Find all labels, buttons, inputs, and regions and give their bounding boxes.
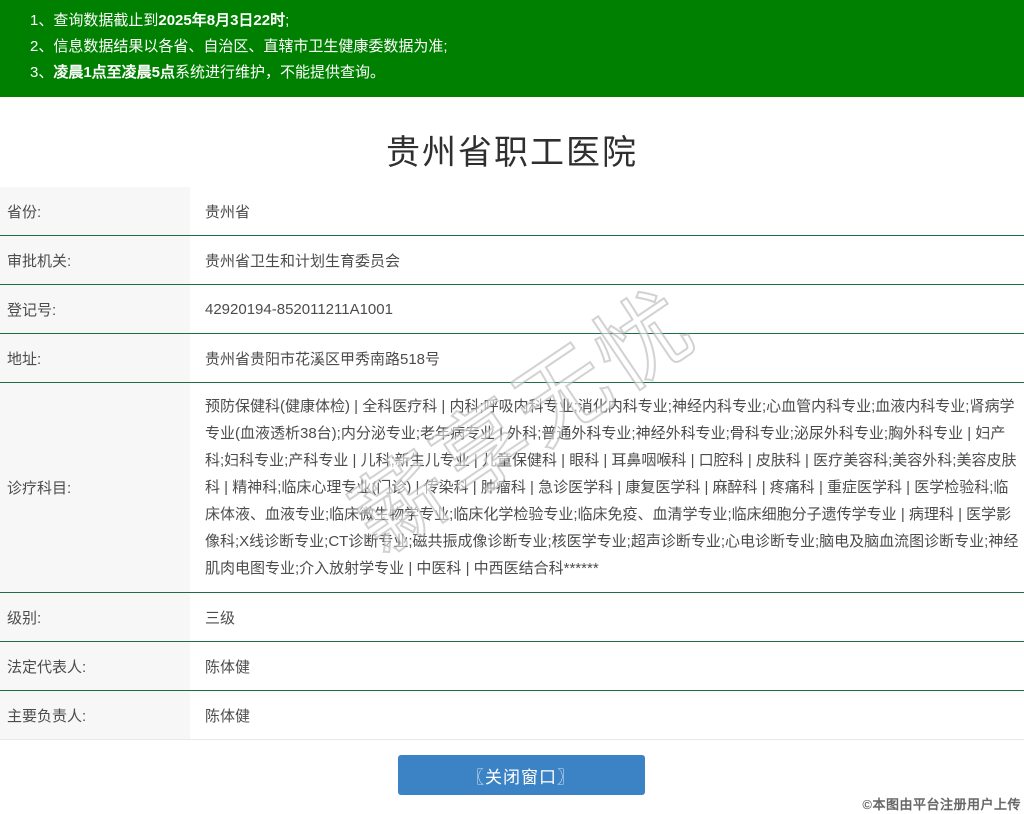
notice-item-1: 1、查询数据截止到2025年8月3日22时;: [30, 8, 1014, 34]
table-row-registration-number: 登记号: 42920194-852011211A1001: [0, 285, 1024, 334]
notice-number: 1、: [30, 12, 53, 29]
notice-text: ;: [285, 12, 289, 29]
info-table: 省份: 贵州省 审批机关: 贵州省卫生和计划生育委员会 登记号: 4292019…: [0, 187, 1024, 740]
notice-number: 2、: [30, 38, 53, 55]
notice-text: 查询数据截止到: [53, 12, 158, 29]
row-label: 诊疗科目:: [0, 383, 190, 592]
row-label: 省份:: [0, 187, 190, 235]
row-label: 登记号:: [0, 285, 190, 333]
page-title: 贵州省职工医院: [0, 133, 1024, 174]
row-value: 陈体健: [190, 691, 1024, 739]
row-value: 陈体健: [190, 642, 1024, 690]
row-label: 级别:: [0, 593, 190, 641]
table-row-approval-authority: 审批机关: 贵州省卫生和计划生育委员会: [0, 236, 1024, 285]
notice-bold-text: 2025年8月3日22时: [158, 12, 285, 29]
row-value: 贵州省: [190, 187, 1024, 235]
image-credit-watermark: ©本图由平台注册用户上传: [862, 794, 1021, 813]
row-value: 42920194-852011211A1001: [190, 285, 1024, 333]
table-row-level: 级别: 三级: [0, 593, 1024, 642]
row-label: 地址:: [0, 334, 190, 382]
row-value: 三级: [190, 593, 1024, 641]
table-row-address: 地址: 贵州省贵阳市花溪区甲秀南路518号: [0, 334, 1024, 383]
notice-text: 信息数据结果以各省、自治区、直辖市卫生健康委数据为准;: [53, 38, 447, 55]
notice-item-2: 2、信息数据结果以各省、自治区、直辖市卫生健康委数据为准;: [30, 34, 1014, 60]
row-label: 审批机关:: [0, 236, 190, 284]
row-label: 主要负责人:: [0, 691, 190, 739]
table-row-principal: 主要负责人: 陈体健: [0, 691, 1024, 740]
table-row-legal-representative: 法定代表人: 陈体健: [0, 642, 1024, 691]
table-row-province: 省份: 贵州省: [0, 187, 1024, 236]
notice-banner: 1、查询数据截止到2025年8月3日22时; 2、信息数据结果以各省、自治区、直…: [0, 0, 1024, 97]
notice-bold-text: 凌晨1点至凌晨5点: [53, 64, 175, 81]
notice-item-3: 3、凌晨1点至凌晨5点系统进行维护，不能提供查询。: [30, 60, 1014, 86]
button-bar: 〖关闭窗口〗: [9, 755, 1024, 795]
close-window-button[interactable]: 〖关闭窗口〗: [398, 755, 645, 795]
row-value: 贵州省贵阳市花溪区甲秀南路518号: [190, 334, 1024, 382]
row-value: 预防保健科(健康体检) | 全科医疗科 | 内科;呼吸内科专业;消化内科专业;神…: [190, 383, 1024, 592]
notice-number: 3、: [30, 64, 53, 81]
table-row-departments: 诊疗科目: 预防保健科(健康体检) | 全科医疗科 | 内科;呼吸内科专业;消化…: [0, 383, 1024, 593]
row-value: 贵州省卫生和计划生育委员会: [190, 236, 1024, 284]
notice-text: 系统进行维护，不能提供查询。: [175, 64, 385, 81]
row-label: 法定代表人:: [0, 642, 190, 690]
